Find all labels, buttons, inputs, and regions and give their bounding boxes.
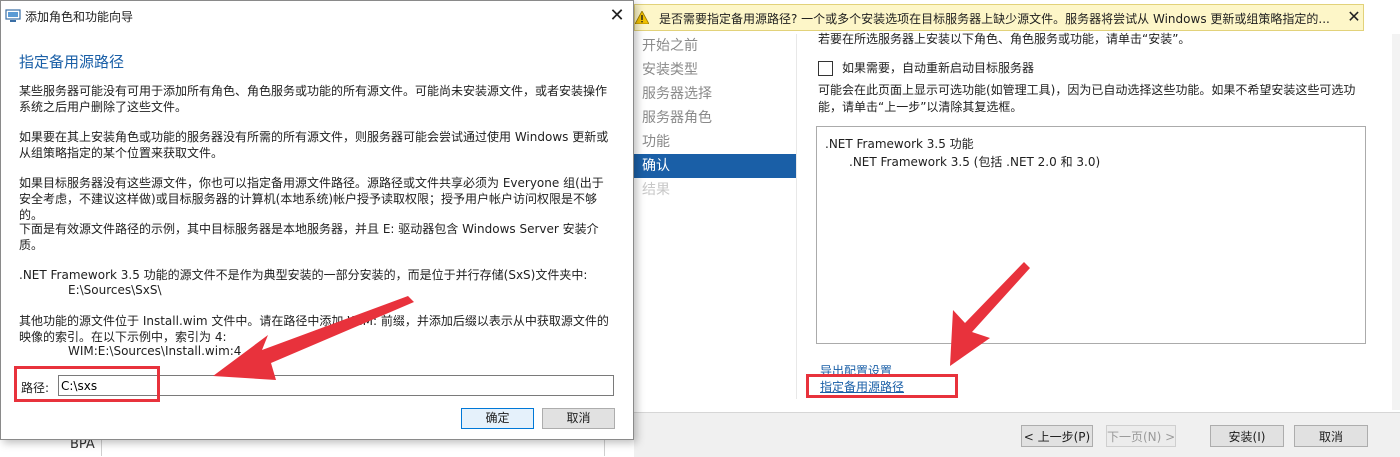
wizard-cancel-button[interactable]: 取消 bbox=[1294, 425, 1368, 447]
restart-checkbox-label[interactable]: 如果需要，自动重新启动目标服务器 bbox=[842, 59, 1034, 76]
previous-button[interactable]: < 上一步(P) bbox=[1021, 425, 1093, 447]
restart-checkbox[interactable] bbox=[818, 61, 833, 76]
wizard-nav: 开始之前 安装类型 服务器选择 服务器角色 功能 确认 结果 bbox=[634, 34, 796, 202]
example-path-sxs: E:\Sources\SxS\ bbox=[68, 283, 162, 297]
wizard-button-bar: < 上一步(P) 下一页(N) > 安装(I) 取消 bbox=[634, 412, 1400, 457]
nav-divider bbox=[796, 34, 797, 399]
warning-bar: 是否需要指定备用源路径? 一个或多个安装选项在目标服务器上缺少源文件。服务器将尝… bbox=[634, 4, 1364, 31]
warning-close-button[interactable]: ✕ bbox=[1344, 6, 1364, 28]
warning-icon bbox=[635, 11, 649, 24]
nav-item-features[interactable]: 功能 bbox=[634, 130, 796, 154]
scrollbar[interactable] bbox=[1392, 34, 1400, 410]
install-instruction: 若要在所选服务器上安装以下角色、角色服务或功能，请单击“安装”。 bbox=[818, 32, 1191, 46]
dialog-paragraph: 如果目标服务器没有这些源文件，你也可以指定备用源文件路径。源路径或文件共享必须为… bbox=[19, 176, 604, 222]
dialog-paragraph: 某些服务器可能没有可用于添加所有角色、角色服务或功能的所有源文件。可能尚未安装源… bbox=[19, 84, 608, 114]
nav-item-server-selection[interactable]: 服务器选择 bbox=[634, 82, 796, 106]
dialog-paragraph: .NET Framework 3.5 功能的源文件不是作为典型安装的一部分安装的… bbox=[19, 268, 588, 282]
nav-item-before-you-begin[interactable]: 开始之前 bbox=[634, 34, 796, 58]
next-button: 下一页(N) > bbox=[1106, 425, 1176, 447]
install-button[interactable]: 安装(I) bbox=[1210, 425, 1284, 447]
divider bbox=[604, 440, 605, 456]
ok-button[interactable]: 确定 bbox=[461, 408, 534, 429]
alt-source-highlight-box bbox=[806, 374, 958, 398]
nav-item-confirmation[interactable]: 确认 bbox=[634, 154, 796, 178]
warning-text: 是否需要指定备用源路径? 一个或多个安装选项在目标服务器上缺少源文件。服务器将尝… bbox=[659, 12, 1330, 26]
dialog-paragraph: 下面是有效源文件路径的示例，其中目标服务器是本地服务器，并且 E: 驱动器包含 … bbox=[19, 222, 599, 252]
feature-item-netfx35: .NET Framework 3.5 功能 bbox=[825, 137, 974, 151]
path-highlight-box bbox=[14, 366, 160, 402]
nav-item-results: 结果 bbox=[642, 182, 670, 198]
dialog-paragraph: 其他功能的源文件位于 Install.wim 文件中。请在路径中添加 WIM: … bbox=[19, 314, 609, 344]
nav-item-server-roles[interactable]: 服务器角色 bbox=[634, 106, 796, 130]
cancel-button[interactable]: 取消 bbox=[542, 408, 615, 429]
dialog-title: 添加角色和功能向导 bbox=[25, 10, 134, 24]
feature-list-box: .NET Framework 3.5 功能 .NET Framework 3.5… bbox=[816, 126, 1366, 344]
dialog-paragraph: 如果要在其上安装角色或功能的服务器没有所需的所有源文件，则服务器可能会尝试通过使… bbox=[19, 130, 609, 160]
dialog-close-button[interactable]: ✕ bbox=[605, 5, 629, 27]
optional-features-note: 可能会在此页面上显示可选功能(如管理工具)，因为已自动选择这些功能。如果不希望安… bbox=[818, 83, 1356, 114]
dialog-heading: 指定备用源路径 bbox=[19, 53, 125, 71]
nav-item-installation-type[interactable]: 安装类型 bbox=[634, 58, 796, 82]
divider bbox=[101, 440, 102, 456]
server-manager-icon bbox=[5, 9, 21, 22]
example-path-wim: WIM:E:\Sources\Install.wim:4 bbox=[68, 344, 242, 358]
dialog-titlebar[interactable]: 添加角色和功能向导 ✕ bbox=[1, 1, 633, 31]
feature-subitem-netfx35: .NET Framework 3.5 (包括 .NET 2.0 和 3.0) bbox=[849, 155, 1101, 169]
